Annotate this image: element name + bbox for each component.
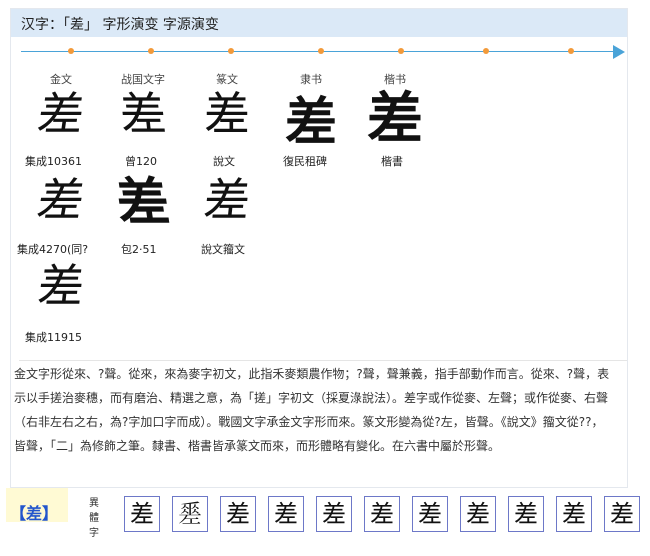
variant-glyph[interactable]: 差 <box>364 496 400 532</box>
timeline-arrow-icon <box>613 45 625 59</box>
divider <box>19 360 627 361</box>
glyph-image: 差 <box>35 259 87 313</box>
timeline-dot <box>318 48 324 54</box>
glyph-image: 差 <box>34 87 88 141</box>
glyph-image: 差 <box>284 92 337 153</box>
variant-glyph[interactable]: 𢀩 <box>172 496 208 532</box>
glyph-caption: 楷書 <box>381 155 403 168</box>
timeline-dot <box>483 48 489 54</box>
stage-label-zhanguo: 战国文字 <box>121 73 165 86</box>
glyph-caption: 集成4270(同? <box>17 243 89 256</box>
glyph-caption: 曾120 <box>125 155 157 168</box>
page-title: 汉字：「差」 字形演变 字源演变 <box>21 17 219 33</box>
glyph-image: 差 <box>204 87 250 141</box>
glyph-image: 差 <box>201 173 253 227</box>
glyph-image: 差 <box>367 86 423 152</box>
glyph-caption: 復民租碑 <box>283 155 327 168</box>
glyph-image: 差 <box>112 172 174 233</box>
variant-glyph[interactable]: 差 <box>124 496 160 532</box>
title-bar: 汉字：「差」 字形演变 字源演变 <box>11 9 627 37</box>
stage-label-lishu: 隶书 <box>300 73 322 86</box>
timeline-dot <box>228 48 234 54</box>
timeline <box>21 45 625 61</box>
stage-label-jinwen: 金文 <box>50 73 72 86</box>
variant-glyph[interactable]: 差 <box>460 496 496 532</box>
variant-glyph[interactable]: 差 <box>268 496 304 532</box>
glyph-image: 差 <box>33 173 89 227</box>
timeline-dot <box>398 48 404 54</box>
glyph-caption: 包2·51 <box>121 243 157 256</box>
variant-label: 異體字 <box>89 498 99 539</box>
character-link[interactable]: 【差】 <box>10 500 58 524</box>
timeline-dot <box>568 48 574 54</box>
glyph-caption: 說文籀文 <box>201 243 245 256</box>
variant-glyph[interactable]: 差 <box>412 496 448 532</box>
timeline-dot <box>148 48 154 54</box>
variant-head: 【差】 <box>6 488 68 524</box>
timeline-dot <box>68 48 74 54</box>
stage-label-zhuanwen: 篆文 <box>216 73 238 86</box>
variant-glyph[interactable]: 差 <box>220 496 256 532</box>
variant-glyph[interactable]: 差 <box>604 496 640 532</box>
stage-label-kaishu: 楷书 <box>384 73 406 86</box>
timeline-line <box>21 51 613 52</box>
etymology-description: 金文字形從來、?聲。從來，來為麥字初文，此指禾麥類農作物；?聲，聲兼義，指手部動… <box>14 367 610 453</box>
variant-forms-bar: 【差】 異體字 差 𢀩 差 差 差 差 差 差 差 差 差 <box>6 488 644 548</box>
variant-glyph[interactable]: 差 <box>508 496 544 532</box>
variant-glyph[interactable]: 差 <box>316 496 352 532</box>
glyph-caption: 說文 <box>213 155 235 168</box>
glyph-caption: 集成10361 <box>25 155 82 168</box>
glyph-caption: 集成11915 <box>25 331 82 344</box>
variant-glyph[interactable]: 差 <box>556 496 592 532</box>
glyph-image: 差 <box>117 87 169 141</box>
